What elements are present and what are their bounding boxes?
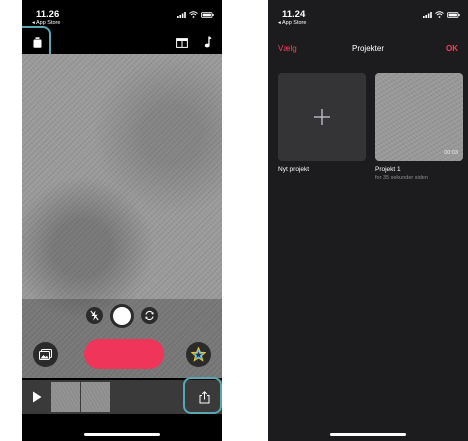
projects-navbar: Vælg Projekter OK	[268, 40, 468, 60]
music-note-icon[interactable]	[204, 36, 212, 48]
aspect-ratio-icon[interactable]	[176, 38, 188, 48]
home-indicator	[330, 433, 406, 436]
status-bar: 11.24 ◂ App Store	[268, 0, 468, 30]
new-project-label: Nyt projekt	[278, 166, 310, 173]
projects-screen: 11.24 ◂ App Store Vælg Projekter OK Nyt …	[268, 0, 468, 441]
flash-button[interactable]	[86, 307, 103, 324]
highlight-share-callout	[183, 377, 222, 414]
shutter-icon	[113, 307, 131, 325]
new-project-card[interactable]	[278, 73, 366, 161]
status-icons	[423, 11, 460, 18]
back-to-app-store[interactable]: ◂ App Store	[278, 20, 306, 26]
record-button[interactable]	[84, 339, 164, 369]
wifi-icon	[435, 11, 444, 18]
star-effects-icon	[191, 347, 206, 362]
shutter-button[interactable]	[110, 304, 134, 328]
wifi-icon	[189, 11, 198, 18]
gallery-button[interactable]	[33, 342, 58, 367]
camera-toolbar	[22, 30, 222, 54]
ok-button[interactable]: OK	[446, 44, 458, 53]
camera-viewfinder[interactable]	[22, 54, 222, 378]
plus-icon	[314, 109, 330, 125]
effects-button[interactable]	[186, 342, 211, 367]
signal-icon	[177, 11, 186, 18]
timeline-thumbnail	[51, 382, 80, 412]
page-title: Projekter	[351, 44, 384, 53]
battery-icon	[447, 11, 460, 18]
status-icons	[177, 11, 214, 18]
project-timestamp: for 35 sekunder siden	[375, 175, 428, 181]
timeline-thumbnail	[81, 382, 110, 412]
project-duration: 00:03	[444, 150, 458, 156]
flip-camera-icon	[145, 310, 154, 321]
battery-icon	[201, 11, 214, 18]
status-time: 11.24	[282, 9, 306, 20]
status-bar: 11.26 ◂ App Store	[22, 0, 222, 30]
gallery-icon	[39, 349, 52, 360]
camera-screen: 11.26 ◂ App Store	[22, 0, 222, 441]
project-name: Projekt 1	[375, 166, 401, 173]
project-card[interactable]: 00:03	[375, 73, 463, 161]
flash-off-icon	[90, 310, 99, 321]
status-time: 11.26	[36, 9, 60, 20]
home-indicator	[84, 433, 160, 436]
flip-camera-button[interactable]	[141, 307, 158, 324]
signal-icon	[423, 11, 432, 18]
play-icon[interactable]	[32, 391, 42, 403]
